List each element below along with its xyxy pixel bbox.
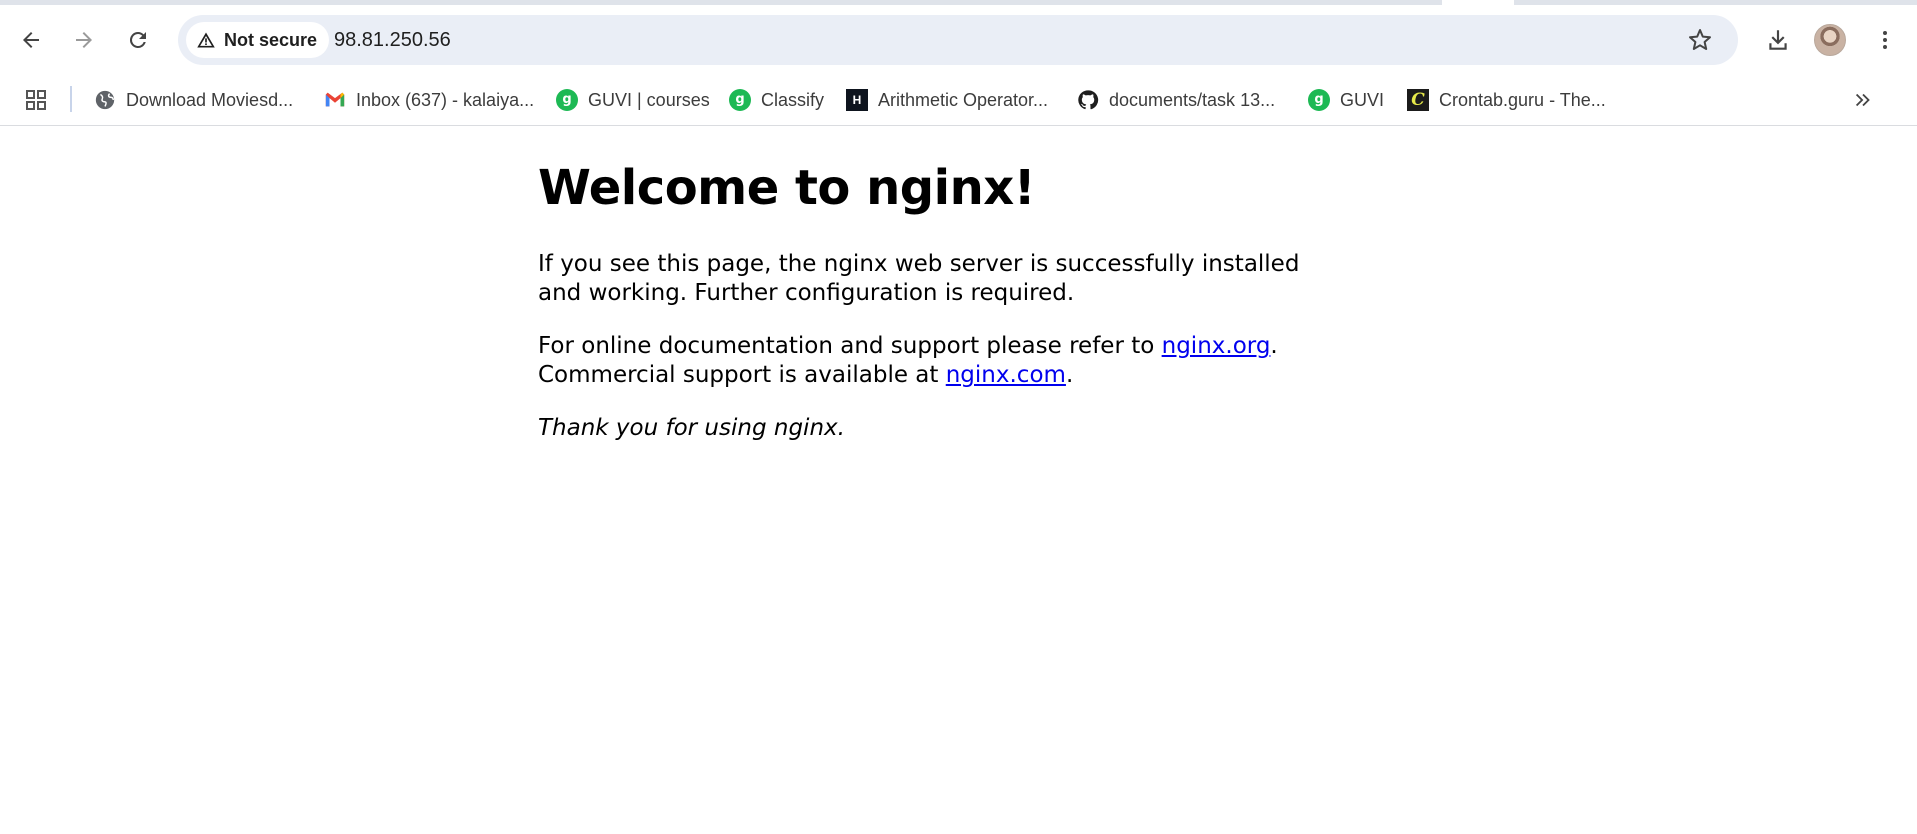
- bookmark-item[interactable]: C Crontab.guru - The...: [1407, 83, 1606, 117]
- bookmark-item[interactable]: Inbox (637) - kalaiya...: [324, 83, 534, 117]
- docs-period: .: [1270, 333, 1278, 359]
- intro-paragraph: If you see this page, the nginx web serv…: [538, 251, 1300, 306]
- bookmark-label: GUVI: [1340, 89, 1385, 110]
- guvi-icon: g: [729, 89, 751, 111]
- security-chip-label: Not secure: [224, 29, 318, 50]
- guvi-icon: g: [1308, 89, 1330, 111]
- reload-button[interactable]: [118, 20, 158, 60]
- double-chevron-right-icon: [1855, 93, 1870, 107]
- browser-toolbar: Not secure 98.81.250.56: [0, 5, 1917, 75]
- profile-button[interactable]: [1810, 20, 1850, 60]
- apps-button[interactable]: [24, 83, 48, 117]
- arrow-left-icon: [23, 32, 39, 48]
- back-button[interactable]: [11, 20, 51, 60]
- nginx-org-link[interactable]: nginx.org: [1162, 333, 1271, 359]
- avatar: [1814, 24, 1846, 56]
- star-icon: [1689, 29, 1711, 50]
- thanks-paragraph: Thank you for using nginx.: [538, 415, 845, 441]
- bookmark-label: Inbox (637) - kalaiya...: [356, 89, 535, 110]
- bookmark-label: Arithmetic Operator...: [878, 89, 1049, 110]
- gmail-icon: [324, 89, 346, 111]
- bookmark-item[interactable]: H Arithmetic Operator...: [846, 83, 1048, 117]
- more-bookmarks-button[interactable]: [1852, 83, 1874, 117]
- docs-text: For online documentation and support ple…: [538, 333, 1162, 359]
- bookmark-item[interactable]: g GUVI: [1308, 83, 1384, 117]
- url-text[interactable]: 98.81.250.56: [334, 15, 451, 65]
- bookmark-label: Crontab.guru - The...: [1439, 89, 1606, 110]
- bookmark-item[interactable]: g GUVI | courses: [556, 83, 710, 117]
- download-icon: [1769, 30, 1787, 50]
- crontab-icon: C: [1407, 89, 1429, 111]
- bookmark-label: documents/task 13...: [1109, 89, 1276, 110]
- hackerrank-icon: H: [846, 89, 868, 111]
- bookmark-item[interactable]: Download Moviesd...: [94, 83, 293, 117]
- bookmark-label: GUVI | courses: [588, 89, 710, 110]
- security-chip[interactable]: Not secure: [186, 22, 330, 58]
- downloads-button[interactable]: [1758, 20, 1798, 60]
- forward-button[interactable]: [64, 20, 104, 60]
- bookmarks-separator: [70, 86, 72, 112]
- bookmark-star-button[interactable]: [1682, 22, 1718, 58]
- bookmark-label: Download Moviesd...: [126, 89, 294, 110]
- kebab-menu-icon: [1883, 31, 1887, 49]
- apps-grid-icon: [26, 90, 46, 110]
- reload-icon: [129, 31, 146, 48]
- github-icon: [1077, 89, 1099, 111]
- address-bar[interactable]: Not secure 98.81.250.56: [178, 15, 1738, 65]
- nginx-com-link[interactable]: nginx.com: [946, 362, 1066, 388]
- bookmark-item[interactable]: documents/task 13...: [1077, 83, 1275, 117]
- docs-paragraph: For online documentation and support ple…: [538, 332, 1318, 390]
- globe-icon: [94, 89, 116, 111]
- menu-button[interactable]: [1865, 20, 1905, 60]
- warning-icon: [197, 32, 215, 48]
- bookmarks-bar: Download Moviesd... Inbox (637) - kalaiy…: [0, 75, 1917, 126]
- arrow-right-icon: [76, 32, 92, 48]
- page-title: Welcome to nginx!: [538, 160, 1036, 216]
- guvi-icon: g: [556, 89, 578, 111]
- bookmark-item[interactable]: g Classify: [729, 83, 824, 117]
- commercial-period: .: [1065, 362, 1074, 388]
- commercial-text: Commercial support is available at: [538, 362, 946, 388]
- bookmark-label: Classify: [761, 89, 825, 110]
